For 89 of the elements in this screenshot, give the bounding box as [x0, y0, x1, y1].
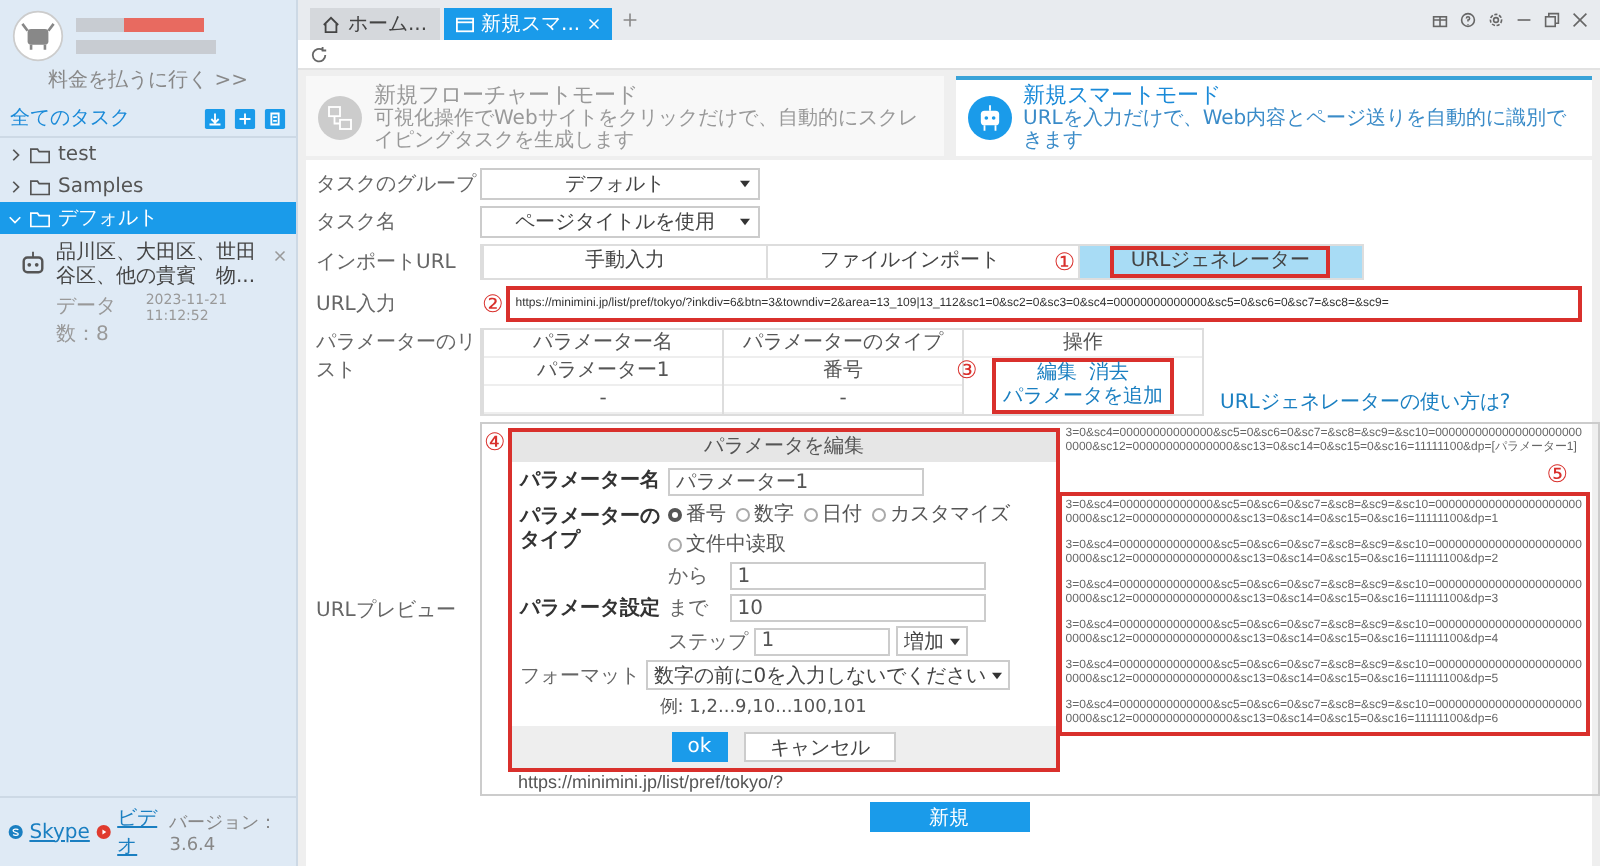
chevron-icon[interactable]: [8, 147, 22, 161]
help-icon[interactable]: [1460, 12, 1476, 28]
caret-icon: [949, 637, 960, 645]
flowchart-icon: [318, 96, 362, 140]
video-link[interactable]: ビデオ: [117, 804, 164, 860]
action-link[interactable]: 編集: [1037, 362, 1077, 386]
mode-description: 可視化操作でWebサイトをクリックだけで、自動的にスクレイピングタスクを生成します: [374, 108, 920, 152]
mode-card[interactable]: 新規スマートモード URLを入力だけで、Web内容とページ送りを自動的に識別できます: [955, 76, 1592, 156]
task-name-dropdown[interactable]: ページタイトルを使用: [480, 206, 760, 238]
table-cell: パラメーター1: [484, 358, 722, 386]
from-field[interactable]: 1: [729, 562, 986, 590]
field-label: パラメーターのタイプ: [519, 505, 662, 553]
type-radio[interactable]: 番号: [667, 500, 726, 528]
caret-icon: [740, 218, 750, 226]
restore-icon[interactable]: [1544, 12, 1560, 28]
home-icon: [322, 15, 340, 33]
annotation-number: ⑤: [1544, 460, 1570, 488]
to-field[interactable]: 10: [729, 594, 986, 622]
folder-item[interactable]: Samples: [0, 170, 296, 202]
annotation-number: ②: [480, 290, 506, 318]
step-field[interactable]: 1: [753, 627, 890, 655]
annotation-number: ④: [482, 428, 508, 456]
annotation-number: ①: [1051, 248, 1078, 276]
redaction-block: [124, 18, 204, 32]
redacted-account-block: [76, 40, 216, 54]
redacted-name-block: [76, 18, 124, 32]
format-example: 例: 1,2...9,10...100,101: [657, 696, 869, 720]
download-icon[interactable]: [204, 107, 226, 129]
field-label: URL入力: [316, 291, 398, 318]
data-count: データ数：8: [56, 294, 118, 348]
task-title: 品川区、大田区、世田谷区、他の貴賓 物...: [56, 242, 258, 290]
caret-icon: [740, 180, 750, 188]
dialog-title: パラメータを編集: [511, 432, 1056, 462]
robot-icon: [20, 250, 46, 276]
mode-description: URLを入力だけで、Web内容とページ送りを自動的に識別できます: [1023, 108, 1569, 152]
type-radio[interactable]: 日付: [803, 500, 862, 528]
help-link[interactable]: URLジェネレーターの使い方は?: [1220, 388, 1511, 416]
column-header: パラメーターのタイプ: [724, 330, 962, 358]
field-label: URLプレビュー: [316, 597, 458, 623]
mode-title: 新規フローチャートモード: [374, 84, 640, 108]
mode-title: 新規スマートモード: [1023, 84, 1223, 108]
field-label: インポートURL: [316, 250, 458, 276]
robot-icon: [967, 96, 1011, 140]
import-option[interactable]: URLジェネレーター: [1077, 246, 1362, 278]
table-cell: -: [724, 386, 962, 414]
field-label: まで: [667, 596, 710, 622]
parameter-name-field[interactable]: パラメーター1: [667, 468, 924, 496]
cancel-button[interactable]: キャンセル: [743, 732, 896, 762]
field-label: タスクのグループ: [316, 171, 479, 198]
refresh-icon[interactable]: [310, 45, 328, 63]
type-radio[interactable]: 文件中读取: [667, 530, 786, 558]
type-radio[interactable]: カスタマイズ: [871, 500, 1010, 528]
group-dropdown[interactable]: デフォルト: [480, 168, 760, 200]
add-icon[interactable]: [234, 107, 256, 129]
settings-icon[interactable]: [1488, 12, 1504, 28]
action-link[interactable]: 消去: [1089, 362, 1129, 386]
window-icon: [455, 15, 474, 33]
chevron-icon[interactable]: [8, 211, 22, 225]
format-dropdown[interactable]: 数字の前に0を入力しないでください: [645, 660, 1011, 690]
type-radio[interactable]: 数字: [735, 500, 794, 528]
skype-link[interactable]: Skype: [29, 821, 90, 843]
preview-url-line: https://minimini.jp/list/pref/tokyo/?: [516, 772, 786, 792]
field-label: から: [667, 564, 710, 590]
field-label: パラメーター名: [519, 470, 662, 494]
skype-icon[interactable]: [8, 822, 24, 842]
field-label: ステップ: [667, 629, 748, 655]
close-icon[interactable]: [1572, 12, 1588, 28]
import-icon[interactable]: [264, 107, 286, 129]
direction-dropdown[interactable]: 増加: [895, 626, 968, 656]
field-label: フォーマット: [519, 663, 640, 689]
close-icon[interactable]: [274, 250, 286, 262]
chevron-icon[interactable]: [8, 179, 22, 193]
version-label: バージョン：3.6.4: [169, 811, 280, 855]
field-label: タスク名: [316, 210, 398, 236]
annotation-number: ③: [956, 356, 978, 384]
field-label: パラメータ設定: [519, 597, 662, 621]
column-header: パラメーター名: [484, 330, 722, 358]
action-link[interactable]: パラメータを追加: [1003, 386, 1163, 410]
folder-item[interactable]: test: [0, 138, 296, 170]
caret-icon: [992, 671, 1003, 679]
browser-tab[interactable]: ホーム...: [310, 8, 440, 40]
field-label: パラメーターのリスト: [316, 330, 478, 384]
avatar-icon[interactable]: [12, 10, 64, 62]
new-tab-icon[interactable]: [622, 12, 639, 28]
video-icon[interactable]: [95, 822, 112, 842]
table-cell: -: [484, 386, 722, 414]
column-header: 操作: [964, 330, 1202, 358]
import-option[interactable]: 手動入力: [482, 246, 767, 278]
import-option[interactable]: ファイルインポート: [766, 246, 1052, 278]
